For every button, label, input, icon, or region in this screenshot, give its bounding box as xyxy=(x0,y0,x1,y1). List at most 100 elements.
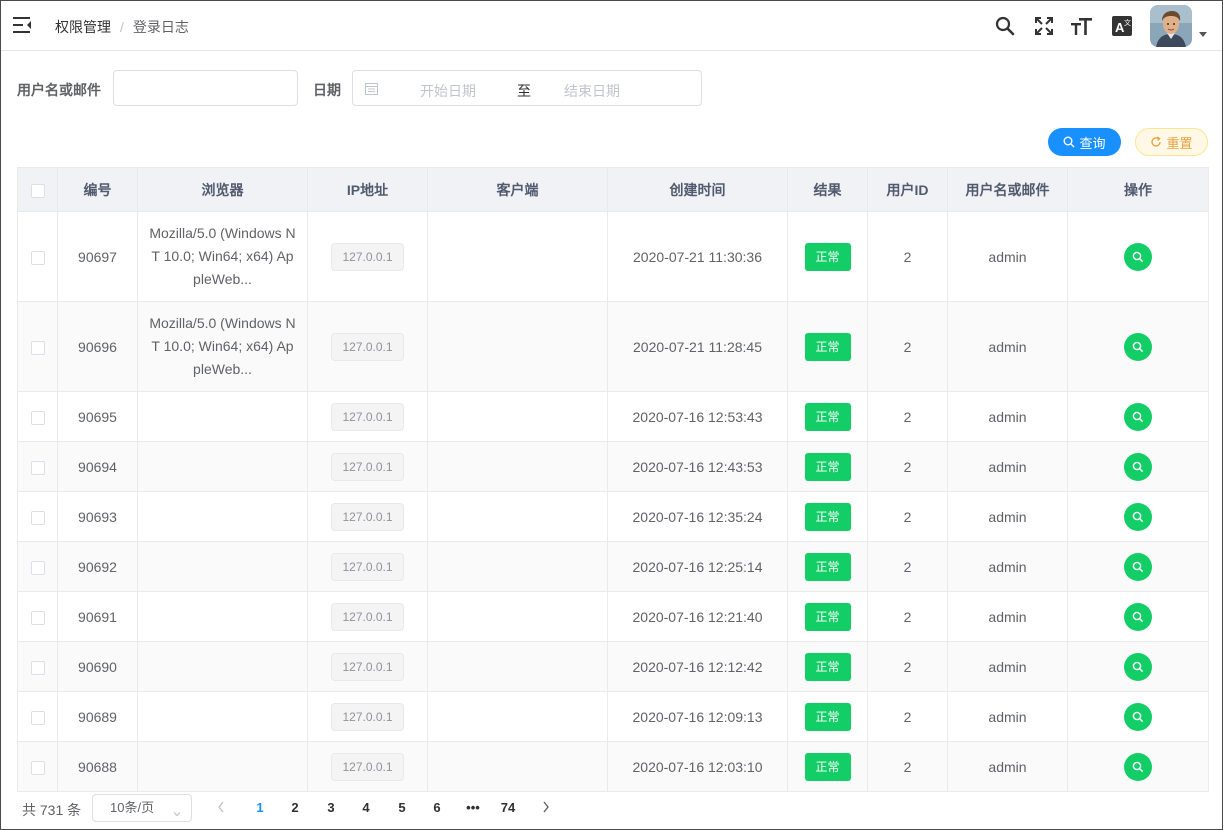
row-select-cell[interactable] xyxy=(17,491,58,542)
cell-browser-wrap xyxy=(137,391,308,442)
view-icon[interactable] xyxy=(1124,702,1152,731)
row-checkbox[interactable] xyxy=(30,760,45,775)
view-icon[interactable] xyxy=(1124,242,1152,271)
row-select-cell[interactable] xyxy=(17,391,58,442)
row-checkbox[interactable] xyxy=(30,340,45,355)
page-ellipsis[interactable]: ••• xyxy=(461,800,485,815)
table-row[interactable]: 90691 127.0.0.1 2020-07-16 12:21:40 正常 2 admi… xyxy=(17,591,1209,642)
ip-tag: 127.0.0.1 xyxy=(331,752,404,781)
menu-fold-icon[interactable] xyxy=(13,16,33,34)
cell-id: 90697 xyxy=(57,211,138,302)
cell-created: 2020-07-16 12:43:53 xyxy=(607,441,788,492)
view-icon[interactable] xyxy=(1124,452,1152,481)
cell-result-wrap: 正常 xyxy=(787,491,868,542)
table-row[interactable]: 90689 127.0.0.1 2020-07-16 12:09:13 正常 2 admi… xyxy=(17,691,1209,742)
cell-created: 2020-07-16 12:25:14 xyxy=(607,541,788,592)
page-74[interactable]: 74 xyxy=(496,800,520,815)
cell-client xyxy=(427,641,608,692)
table-row[interactable]: 90688 127.0.0.1 2020-07-16 12:03:10 正常 2 admi… xyxy=(17,741,1209,792)
end-date-input[interactable]: 结束日期 xyxy=(564,81,620,101)
cell-created: 2020-07-16 12:09:13 xyxy=(607,691,788,742)
row-checkbox[interactable] xyxy=(30,660,45,675)
view-icon[interactable] xyxy=(1124,402,1152,431)
row-select-cell[interactable] xyxy=(17,591,58,642)
row-select-cell[interactable] xyxy=(17,441,58,492)
header-select-all[interactable] xyxy=(17,167,58,212)
cell-id: 90692 xyxy=(57,541,138,592)
row-select-cell[interactable] xyxy=(17,211,58,302)
row-select-cell[interactable] xyxy=(17,641,58,692)
view-icon[interactable] xyxy=(1124,332,1152,361)
page-3[interactable]: 3 xyxy=(319,800,343,815)
page-5[interactable]: 5 xyxy=(390,800,414,815)
search-icon xyxy=(1063,136,1075,148)
status-badge: 正常 xyxy=(804,552,851,581)
page-2[interactable]: 2 xyxy=(283,800,307,815)
cell-result-wrap: 正常 xyxy=(787,741,868,792)
start-date-input[interactable]: 开始日期 xyxy=(420,81,476,101)
cell-id: 90690 xyxy=(57,641,138,692)
page-6[interactable]: 6 xyxy=(425,800,449,815)
prev-page-icon[interactable] xyxy=(216,800,226,817)
cell-id: 90693 xyxy=(57,491,138,542)
cell-ip-wrap: 127.0.0.1 xyxy=(307,541,428,592)
font-size-icon[interactable] xyxy=(1070,14,1094,38)
view-icon[interactable] xyxy=(1124,752,1152,781)
table-row[interactable]: 90696 Mozilla/5.0 (Windows NT 10.0; Win64… xyxy=(17,301,1209,392)
row-checkbox[interactable] xyxy=(30,560,45,575)
row-checkbox[interactable] xyxy=(30,410,45,425)
table-row[interactable]: 90697 Mozilla/5.0 (Windows NT 10.0; Win64… xyxy=(17,211,1209,302)
row-select-cell[interactable] xyxy=(17,691,58,742)
row-checkbox[interactable] xyxy=(30,510,45,525)
next-page-icon[interactable] xyxy=(541,800,551,817)
page-size-select[interactable]: 10条/页 xyxy=(92,794,192,822)
cell-username: admin xyxy=(947,541,1068,592)
status-badge: 正常 xyxy=(804,242,851,271)
cell-id: 90691 xyxy=(57,591,138,642)
cell-browser-wrap xyxy=(137,691,308,742)
column-header-created: 创建时间 xyxy=(607,167,788,212)
page-1[interactable]: 1 xyxy=(248,800,272,815)
cell-id: 90689 xyxy=(57,691,138,742)
cell-ip-wrap: 127.0.0.1 xyxy=(307,691,428,742)
search-icon[interactable] xyxy=(993,14,1017,38)
breadcrumb-root[interactable]: 权限管理 xyxy=(55,17,111,37)
row-checkbox[interactable] xyxy=(30,610,45,625)
ip-tag: 127.0.0.1 xyxy=(331,502,404,531)
view-icon[interactable] xyxy=(1124,552,1152,581)
table-row[interactable]: 90692 127.0.0.1 2020-07-16 12:25:14 正常 2 admi… xyxy=(17,541,1209,592)
table-row[interactable]: 90695 127.0.0.1 2020-07-16 12:53:43 正常 2 admi… xyxy=(17,391,1209,442)
select-all-checkbox[interactable] xyxy=(30,183,45,198)
row-checkbox[interactable] xyxy=(30,460,45,475)
cell-ip-wrap: 127.0.0.1 xyxy=(307,391,428,442)
translate-icon[interactable]: A 文 xyxy=(1110,14,1134,38)
cell-user-id: 2 xyxy=(867,541,948,592)
row-select-cell[interactable] xyxy=(17,301,58,392)
table-row[interactable]: 90693 127.0.0.1 2020-07-16 12:35:24 正常 2 admi… xyxy=(17,491,1209,542)
column-header-actions: 操作 xyxy=(1067,167,1209,212)
view-icon[interactable] xyxy=(1124,602,1152,631)
search-button[interactable]: 查询 xyxy=(1048,128,1121,156)
table-row[interactable]: 90690 127.0.0.1 2020-07-16 12:12:42 正常 2 admi… xyxy=(17,641,1209,692)
cell-user-id: 2 xyxy=(867,211,948,302)
cell-username: admin xyxy=(947,301,1068,392)
column-header-id: 编号 xyxy=(57,167,138,212)
chevron-down-icon[interactable] xyxy=(1199,32,1207,37)
row-select-cell[interactable] xyxy=(17,741,58,792)
page-4[interactable]: 4 xyxy=(354,800,378,815)
table-row[interactable]: 90694 127.0.0.1 2020-07-16 12:43:53 正常 2 admi… xyxy=(17,441,1209,492)
row-checkbox[interactable] xyxy=(30,710,45,725)
view-icon[interactable] xyxy=(1124,502,1152,531)
cell-result-wrap: 正常 xyxy=(787,691,868,742)
username-input[interactable] xyxy=(113,70,298,106)
view-icon[interactable] xyxy=(1124,652,1152,681)
reset-button[interactable]: 重置 xyxy=(1135,128,1208,156)
row-checkbox[interactable] xyxy=(30,250,45,265)
cell-ip-wrap: 127.0.0.1 xyxy=(307,301,428,392)
fullscreen-icon[interactable] xyxy=(1032,14,1056,38)
cell-client xyxy=(427,391,608,442)
status-badge: 正常 xyxy=(804,702,851,731)
row-select-cell[interactable] xyxy=(17,541,58,592)
avatar[interactable] xyxy=(1150,5,1192,47)
date-range-picker[interactable]: 开始日期 至 结束日期 xyxy=(352,70,702,106)
